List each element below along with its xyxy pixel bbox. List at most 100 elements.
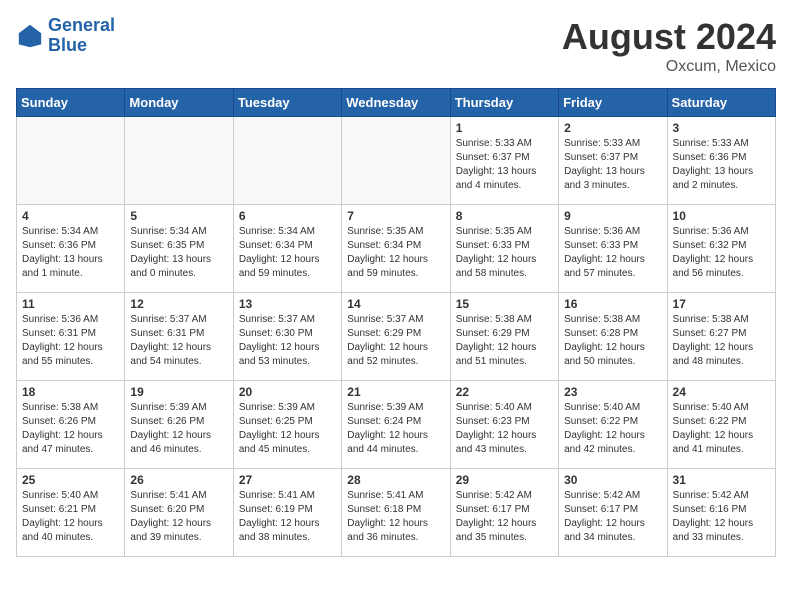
day-number: 30 [564,473,661,487]
day-info: Sunrise: 5:41 AM Sunset: 6:18 PM Dayligh… [347,489,444,545]
calendar-cell: 23Sunrise: 5:40 AM Sunset: 6:22 PM Dayli… [559,381,667,469]
week-row-4: 25 Sunrise: 5:40 AM Sunset: 6:21 PM Dayli… [17,469,776,557]
calendar-cell: 21 Sunrise: 5:39 AM Sunset: 6:24 PM Dayli… [342,381,450,469]
calendar-cell: 19Sunrise: 5:39 AM Sunset: 6:26 PM Dayli… [125,381,233,469]
week-row-1: 4 Sunrise: 5:34 AM Sunset: 6:36 PM Daylig… [17,205,776,293]
calendar-body: 1 Sunrise: 5:33 AM Sunset: 6:37 PM Daylig… [17,117,776,557]
day-info: Sunrise: 5:34 AM Sunset: 6:36 PM Dayligh… [22,225,119,281]
day-number: 5 [130,209,227,223]
calendar-cell: 24 Sunrise: 5:40 AM Sunset: 6:22 PM Dayli… [667,381,775,469]
calendar-cell: 30 Sunrise: 5:42 AM Sunset: 6:17 PM Dayli… [559,469,667,557]
day-header-sunday: Sunday [17,89,125,117]
day-number: 17 [673,297,770,311]
calendar-cell: 3 Sunrise: 5:33 AM Sunset: 6:36 PM Daylig… [667,117,775,205]
day-number: 21 [347,385,444,399]
day-number: 26 [130,473,227,487]
day-info: Sunrise: 5:38 AM Sunset: 6:26 PM Dayligh… [22,401,119,457]
calendar-cell [125,117,233,205]
day-info: Sunrise: 5:39 AM Sunset: 6:26 PM Dayligh… [130,401,227,457]
calendar-cell: 31Sunrise: 5:42 AM Sunset: 6:16 PM Dayli… [667,469,775,557]
header-row: SundayMondayTuesdayWednesdayThursdayFrid… [17,89,776,117]
day-number: 6 [239,209,336,223]
day-header-tuesday: Tuesday [233,89,341,117]
day-header-thursday: Thursday [450,89,558,117]
week-row-3: 18 Sunrise: 5:38 AM Sunset: 6:26 PM Dayli… [17,381,776,469]
logo: General Blue [16,16,115,56]
calendar-cell: 22Sunrise: 5:40 AM Sunset: 6:23 PM Dayli… [450,381,558,469]
calendar-cell: 9 Sunrise: 5:36 AM Sunset: 6:33 PM Daylig… [559,205,667,293]
day-info: Sunrise: 5:36 AM Sunset: 6:31 PM Dayligh… [22,313,119,369]
day-number: 1 [456,121,553,135]
month-year: August 2024 [562,16,776,58]
day-number: 8 [456,209,553,223]
week-row-2: 11 Sunrise: 5:36 AM Sunset: 6:31 PM Dayli… [17,293,776,381]
calendar-cell [342,117,450,205]
day-info: Sunrise: 5:41 AM Sunset: 6:19 PM Dayligh… [239,489,336,545]
calendar-cell: 18 Sunrise: 5:38 AM Sunset: 6:26 PM Dayli… [17,381,125,469]
day-number: 9 [564,209,661,223]
day-info: Sunrise: 5:36 AM Sunset: 6:32 PM Dayligh… [673,225,770,281]
day-number: 10 [673,209,770,223]
day-info: Sunrise: 5:39 AM Sunset: 6:24 PM Dayligh… [347,401,444,457]
day-info: Sunrise: 5:35 AM Sunset: 6:33 PM Dayligh… [456,225,553,281]
calendar-cell: 20Sunrise: 5:39 AM Sunset: 6:25 PM Dayli… [233,381,341,469]
day-info: Sunrise: 5:34 AM Sunset: 6:34 PM Dayligh… [239,225,336,281]
day-info: Sunrise: 5:38 AM Sunset: 6:29 PM Dayligh… [456,313,553,369]
day-number: 23 [564,385,661,399]
calendar-cell: 14 Sunrise: 5:37 AM Sunset: 6:29 PM Dayli… [342,293,450,381]
location: Oxcum, Mexico [562,58,776,76]
day-number: 18 [22,385,119,399]
calendar-cell [233,117,341,205]
day-info: Sunrise: 5:38 AM Sunset: 6:28 PM Dayligh… [564,313,661,369]
day-number: 31 [673,473,770,487]
calendar-table: SundayMondayTuesdayWednesdayThursdayFrid… [16,88,776,557]
day-info: Sunrise: 5:42 AM Sunset: 6:17 PM Dayligh… [564,489,661,545]
day-info: Sunrise: 5:36 AM Sunset: 6:33 PM Dayligh… [564,225,661,281]
calendar-cell: 4 Sunrise: 5:34 AM Sunset: 6:36 PM Daylig… [17,205,125,293]
day-number: 12 [130,297,227,311]
day-header-saturday: Saturday [667,89,775,117]
day-number: 28 [347,473,444,487]
day-header-monday: Monday [125,89,233,117]
day-number: 4 [22,209,119,223]
day-info: Sunrise: 5:33 AM Sunset: 6:37 PM Dayligh… [564,137,661,193]
day-info: Sunrise: 5:40 AM Sunset: 6:22 PM Dayligh… [673,401,770,457]
calendar-cell [17,117,125,205]
logo-text: General Blue [48,16,115,56]
day-number: 25 [22,473,119,487]
day-info: Sunrise: 5:37 AM Sunset: 6:30 PM Dayligh… [239,313,336,369]
day-info: Sunrise: 5:40 AM Sunset: 6:21 PM Dayligh… [22,489,119,545]
day-info: Sunrise: 5:41 AM Sunset: 6:20 PM Dayligh… [130,489,227,545]
day-header-friday: Friday [559,89,667,117]
calendar-cell: 16Sunrise: 5:38 AM Sunset: 6:28 PM Dayli… [559,293,667,381]
calendar-cell: 28 Sunrise: 5:41 AM Sunset: 6:18 PM Dayli… [342,469,450,557]
day-number: 24 [673,385,770,399]
calendar-cell: 2 Sunrise: 5:33 AM Sunset: 6:37 PM Daylig… [559,117,667,205]
calendar-cell: 12 Sunrise: 5:37 AM Sunset: 6:31 PM Dayli… [125,293,233,381]
day-number: 11 [22,297,119,311]
title-block: August 2024 Oxcum, Mexico [562,16,776,76]
day-info: Sunrise: 5:33 AM Sunset: 6:37 PM Dayligh… [456,137,553,193]
week-row-0: 1 Sunrise: 5:33 AM Sunset: 6:37 PM Daylig… [17,117,776,205]
calendar-cell: 17Sunrise: 5:38 AM Sunset: 6:27 PM Dayli… [667,293,775,381]
calendar-cell: 8 Sunrise: 5:35 AM Sunset: 6:33 PM Daylig… [450,205,558,293]
day-info: Sunrise: 5:33 AM Sunset: 6:36 PM Dayligh… [673,137,770,193]
calendar-cell: 26 Sunrise: 5:41 AM Sunset: 6:20 PM Dayli… [125,469,233,557]
day-info: Sunrise: 5:39 AM Sunset: 6:25 PM Dayligh… [239,401,336,457]
calendar-cell: 1 Sunrise: 5:33 AM Sunset: 6:37 PM Daylig… [450,117,558,205]
calendar-cell: 6 Sunrise: 5:34 AM Sunset: 6:34 PM Daylig… [233,205,341,293]
day-number: 3 [673,121,770,135]
day-info: Sunrise: 5:37 AM Sunset: 6:29 PM Dayligh… [347,313,444,369]
day-number: 29 [456,473,553,487]
calendar-header: SundayMondayTuesdayWednesdayThursdayFrid… [17,89,776,117]
day-number: 14 [347,297,444,311]
calendar-cell: 10 Sunrise: 5:36 AM Sunset: 6:32 PM Dayli… [667,205,775,293]
calendar-cell: 29Sunrise: 5:42 AM Sunset: 6:17 PM Dayli… [450,469,558,557]
calendar-cell: 25 Sunrise: 5:40 AM Sunset: 6:21 PM Dayli… [17,469,125,557]
day-number: 13 [239,297,336,311]
calendar-cell: 5 Sunrise: 5:34 AM Sunset: 6:35 PM Daylig… [125,205,233,293]
day-header-wednesday: Wednesday [342,89,450,117]
day-info: Sunrise: 5:37 AM Sunset: 6:31 PM Dayligh… [130,313,227,369]
day-number: 2 [564,121,661,135]
day-info: Sunrise: 5:34 AM Sunset: 6:35 PM Dayligh… [130,225,227,281]
